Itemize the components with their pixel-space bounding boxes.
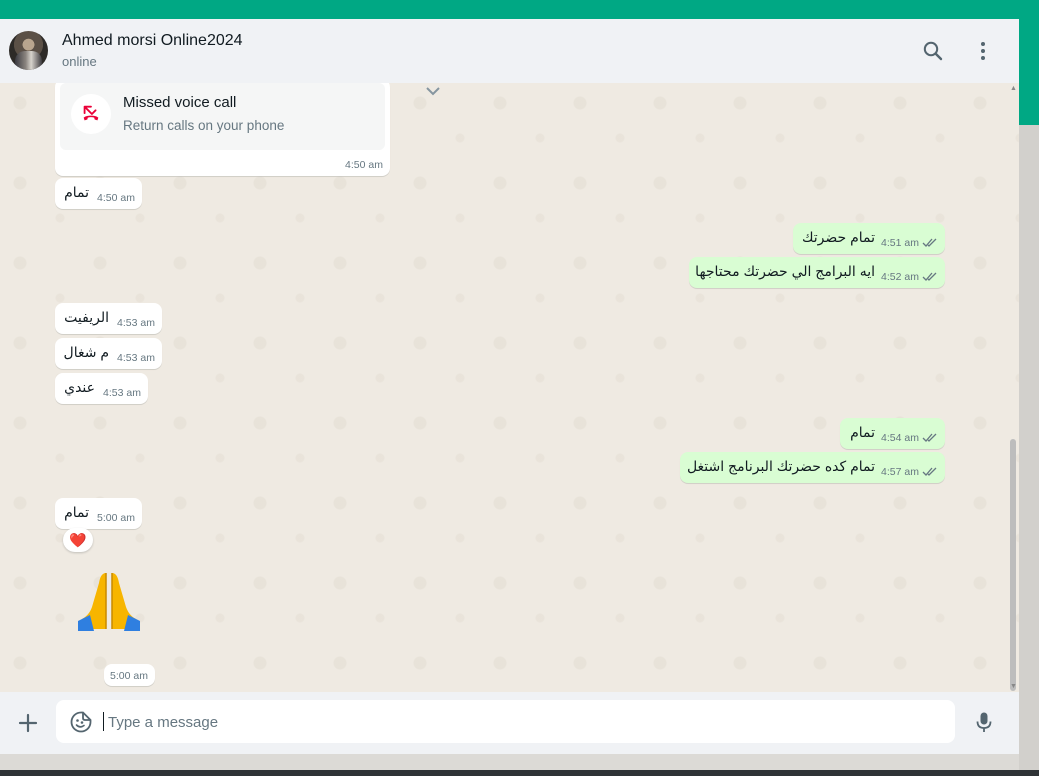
message-time: 4:53 am: [103, 387, 141, 399]
avatar[interactable]: [9, 31, 48, 70]
mic-icon[interactable]: [972, 710, 996, 734]
message-text: الريفيت: [64, 309, 109, 325]
missed-call-icon: [71, 94, 111, 134]
message-text: تمام: [64, 184, 89, 200]
window-edge-accent: [1019, 19, 1039, 125]
message-time: 4:53 am: [117, 352, 155, 364]
message-text: تمام: [850, 424, 875, 440]
sticker-icon[interactable]: [69, 710, 93, 734]
message-time: 4:52 am: [881, 271, 919, 283]
incoming-message[interactable]: عندي 4:53 am: [55, 373, 148, 404]
double-tick-icon: [922, 432, 938, 443]
incoming-message[interactable]: تمام 5:00 am: [55, 498, 142, 529]
plus-icon[interactable]: [16, 711, 40, 735]
message-text: تمام: [64, 504, 89, 520]
contact-status: online: [62, 54, 97, 69]
message-time: 4:53 am: [117, 317, 155, 329]
message-list[interactable]: Missed voice call Return calls on your p…: [0, 83, 1019, 692]
heart-reaction[interactable]: ❤️: [63, 528, 93, 552]
contact-name[interactable]: Ahmed morsi Online2024: [62, 32, 243, 50]
call-title: Missed voice call: [123, 94, 237, 111]
message-text: تمام كده حضرتك البرنامج اشتغل: [686, 458, 875, 474]
window-edge: [1019, 125, 1039, 776]
message-input[interactable]: [106, 706, 940, 739]
outgoing-message[interactable]: ايه البرامج الي حضرتك محتاجها 4:52 am: [689, 257, 945, 288]
scroll-down-arrow[interactable]: ▼: [1010, 683, 1017, 690]
folded-hands-emoji[interactable]: [76, 569, 142, 631]
missed-call-card[interactable]: Missed voice call Return calls on your p…: [60, 83, 440, 150]
composer: [0, 692, 1019, 754]
outgoing-message[interactable]: تمام 4:54 am: [840, 418, 945, 449]
menu-icon[interactable]: [971, 39, 995, 63]
incoming-message[interactable]: تمام 4:50 am: [55, 178, 142, 209]
scroll-up-arrow[interactable]: ▲: [1010, 85, 1017, 92]
call-subtitle: Return calls on your phone: [123, 118, 285, 133]
message-text: عندي: [64, 379, 95, 395]
top-accent-bar: [0, 0, 1039, 19]
message-time: 4:50 am: [97, 192, 135, 204]
outgoing-message[interactable]: تمام كده حضرتك البرنامج اشتغل 4:57 am: [680, 452, 945, 483]
chat-window: Ahmed morsi Online2024 online Missed voi…: [0, 19, 1019, 754]
double-tick-icon: [922, 271, 938, 282]
incoming-message[interactable]: م شغال 4:53 am: [55, 338, 162, 369]
chevron-down-icon[interactable]: [424, 85, 442, 97]
scrollbar-thumb[interactable]: [1010, 439, 1016, 691]
incoming-message[interactable]: الريفيت 4:53 am: [55, 303, 162, 334]
message-time: 4:50 am: [345, 159, 383, 171]
message-text: تمام حضرتك: [801, 229, 875, 245]
message-time: 4:54 am: [881, 432, 919, 444]
message-time: 5:00 am: [97, 512, 135, 524]
double-tick-icon: [922, 466, 938, 477]
text-caret: [103, 712, 104, 731]
missed-call-message[interactable]: Missed voice call Return calls on your p…: [55, 83, 440, 176]
taskbar-edge: [0, 770, 1039, 776]
message-input-box[interactable]: [56, 700, 955, 743]
chat-header[interactable]: Ahmed morsi Online2024 online: [0, 19, 1019, 83]
double-tick-icon: [922, 237, 938, 248]
message-text: ايه البرامج الي حضرتك محتاجها: [695, 263, 875, 279]
message-time: 4:51 am: [881, 237, 919, 249]
message-text: م شغال: [63, 344, 109, 360]
message-time: 5:00 am: [110, 670, 148, 682]
search-icon[interactable]: [921, 39, 945, 63]
outgoing-message[interactable]: تمام حضرتك 4:51 am: [793, 223, 945, 254]
message-time: 4:57 am: [881, 466, 919, 478]
emoji-message-time: 5:00 am: [104, 664, 155, 686]
